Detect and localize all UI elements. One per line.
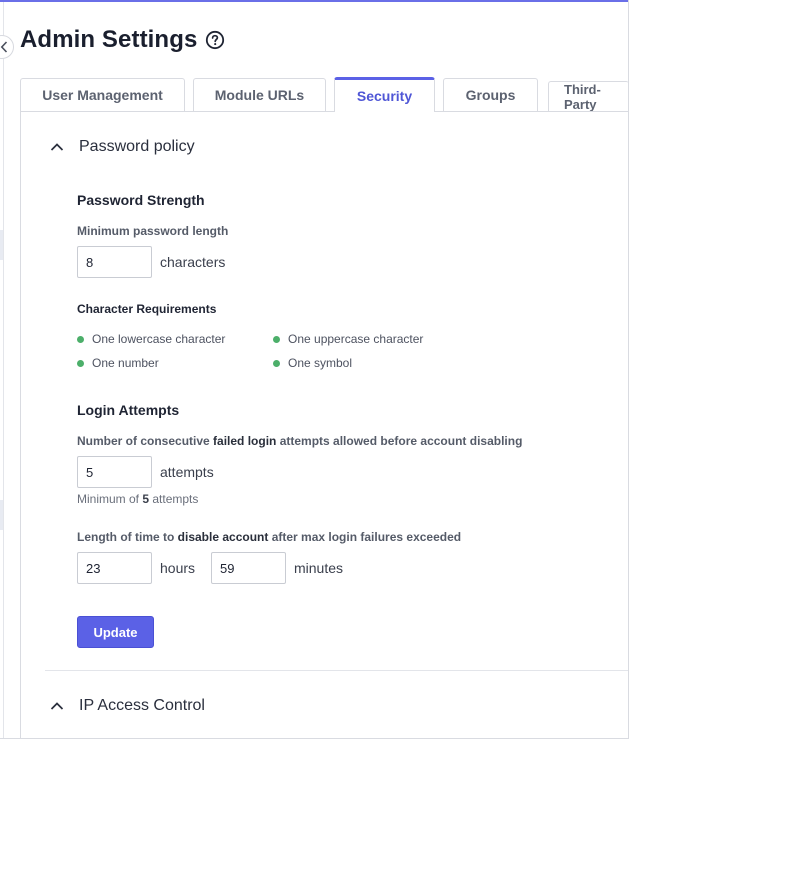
label-part: Number of consecutive — [77, 434, 214, 448]
requirement-label: One lowercase character — [92, 332, 226, 346]
tab-user-management[interactable]: User Management — [20, 78, 185, 111]
section-title: IP Access Control — [79, 697, 205, 714]
min-length-input[interactable] — [77, 246, 152, 278]
tab-label: User Management — [42, 87, 163, 103]
attempts-unit: attempts — [160, 464, 214, 480]
settings-window: Admin Settings User Management Module UR… — [0, 0, 629, 739]
min-length-label: Minimum password length — [77, 224, 229, 238]
tab-security[interactable]: Security — [334, 77, 435, 112]
label-part: attempts allowed before account disablin… — [276, 434, 523, 448]
attempts-input[interactable] — [77, 456, 152, 488]
hint-part: attempts — [149, 492, 199, 506]
label-part: after max login failures exceeded — [268, 530, 462, 544]
status-dot — [273, 359, 280, 367]
attempts-label: Number of consecutive failed login attem… — [77, 434, 522, 448]
tab-label: Groups — [465, 87, 516, 103]
page-title-text: Admin Settings — [20, 26, 198, 53]
requirement-item: One number — [77, 356, 159, 370]
min-length-unit: characters — [160, 254, 226, 270]
attempts-hint: Minimum of 5 attempts — [77, 492, 198, 506]
disable-duration-label: Length of time to disable account after … — [77, 530, 461, 544]
login-attempts-heading: Login Attempts — [77, 402, 180, 418]
requirement-label: One symbol — [288, 356, 353, 370]
label-part: Length of time to — [77, 530, 178, 544]
help-circle-icon[interactable] — [205, 30, 225, 50]
requirement-item: One uppercase character — [273, 332, 423, 346]
tab-label: Third-Party — [564, 82, 601, 112]
minutes-input[interactable] — [211, 552, 286, 584]
status-dot — [273, 335, 280, 343]
password-strength-heading: Password Strength — [77, 192, 205, 208]
left-rail — [0, 2, 4, 738]
hours-unit: hours — [160, 560, 196, 576]
rail-highlight — [0, 500, 3, 530]
chevron-left-icon — [0, 41, 8, 53]
settings-tabs: User Management Module URLs Security Gro… — [20, 77, 628, 112]
hours-input[interactable] — [77, 552, 152, 584]
minutes-unit: minutes — [294, 560, 344, 576]
status-dot — [77, 359, 84, 367]
sidebar-collapse-button[interactable] — [0, 35, 14, 59]
top-accent-bar — [0, 0, 628, 2]
tab-label: Module URLs — [214, 87, 305, 103]
security-panel: Password policy Password Strength Minimu… — [20, 111, 628, 738]
tab-third-party[interactable]: Third-Party — [548, 81, 628, 112]
section-title: Password policy — [79, 138, 195, 155]
requirements-heading: Character Requirements — [77, 302, 217, 316]
hint-part: Minimum of — [77, 492, 143, 506]
status-dot — [77, 335, 84, 343]
ip-access-control-toggle[interactable]: IP Access Control — [49, 697, 205, 715]
label-emphasis: disable account — [177, 530, 269, 544]
label-emphasis: failed login — [213, 434, 277, 448]
tab-label: Security — [356, 88, 413, 104]
requirement-item: One lowercase character — [77, 332, 225, 346]
section-divider — [45, 670, 628, 671]
chevron-up-icon — [50, 143, 64, 151]
update-button[interactable]: Update — [77, 616, 154, 648]
page-title: Admin Settings — [20, 24, 225, 56]
chevron-up-icon — [50, 702, 64, 710]
tab-groups[interactable]: Groups — [443, 78, 538, 111]
requirement-label: One number — [92, 356, 159, 370]
tab-module-urls[interactable]: Module URLs — [193, 78, 326, 111]
requirement-label: One uppercase character — [288, 332, 424, 346]
rail-highlight — [0, 230, 3, 260]
requirement-item: One symbol — [273, 356, 352, 370]
password-policy-toggle[interactable]: Password policy — [49, 138, 195, 156]
